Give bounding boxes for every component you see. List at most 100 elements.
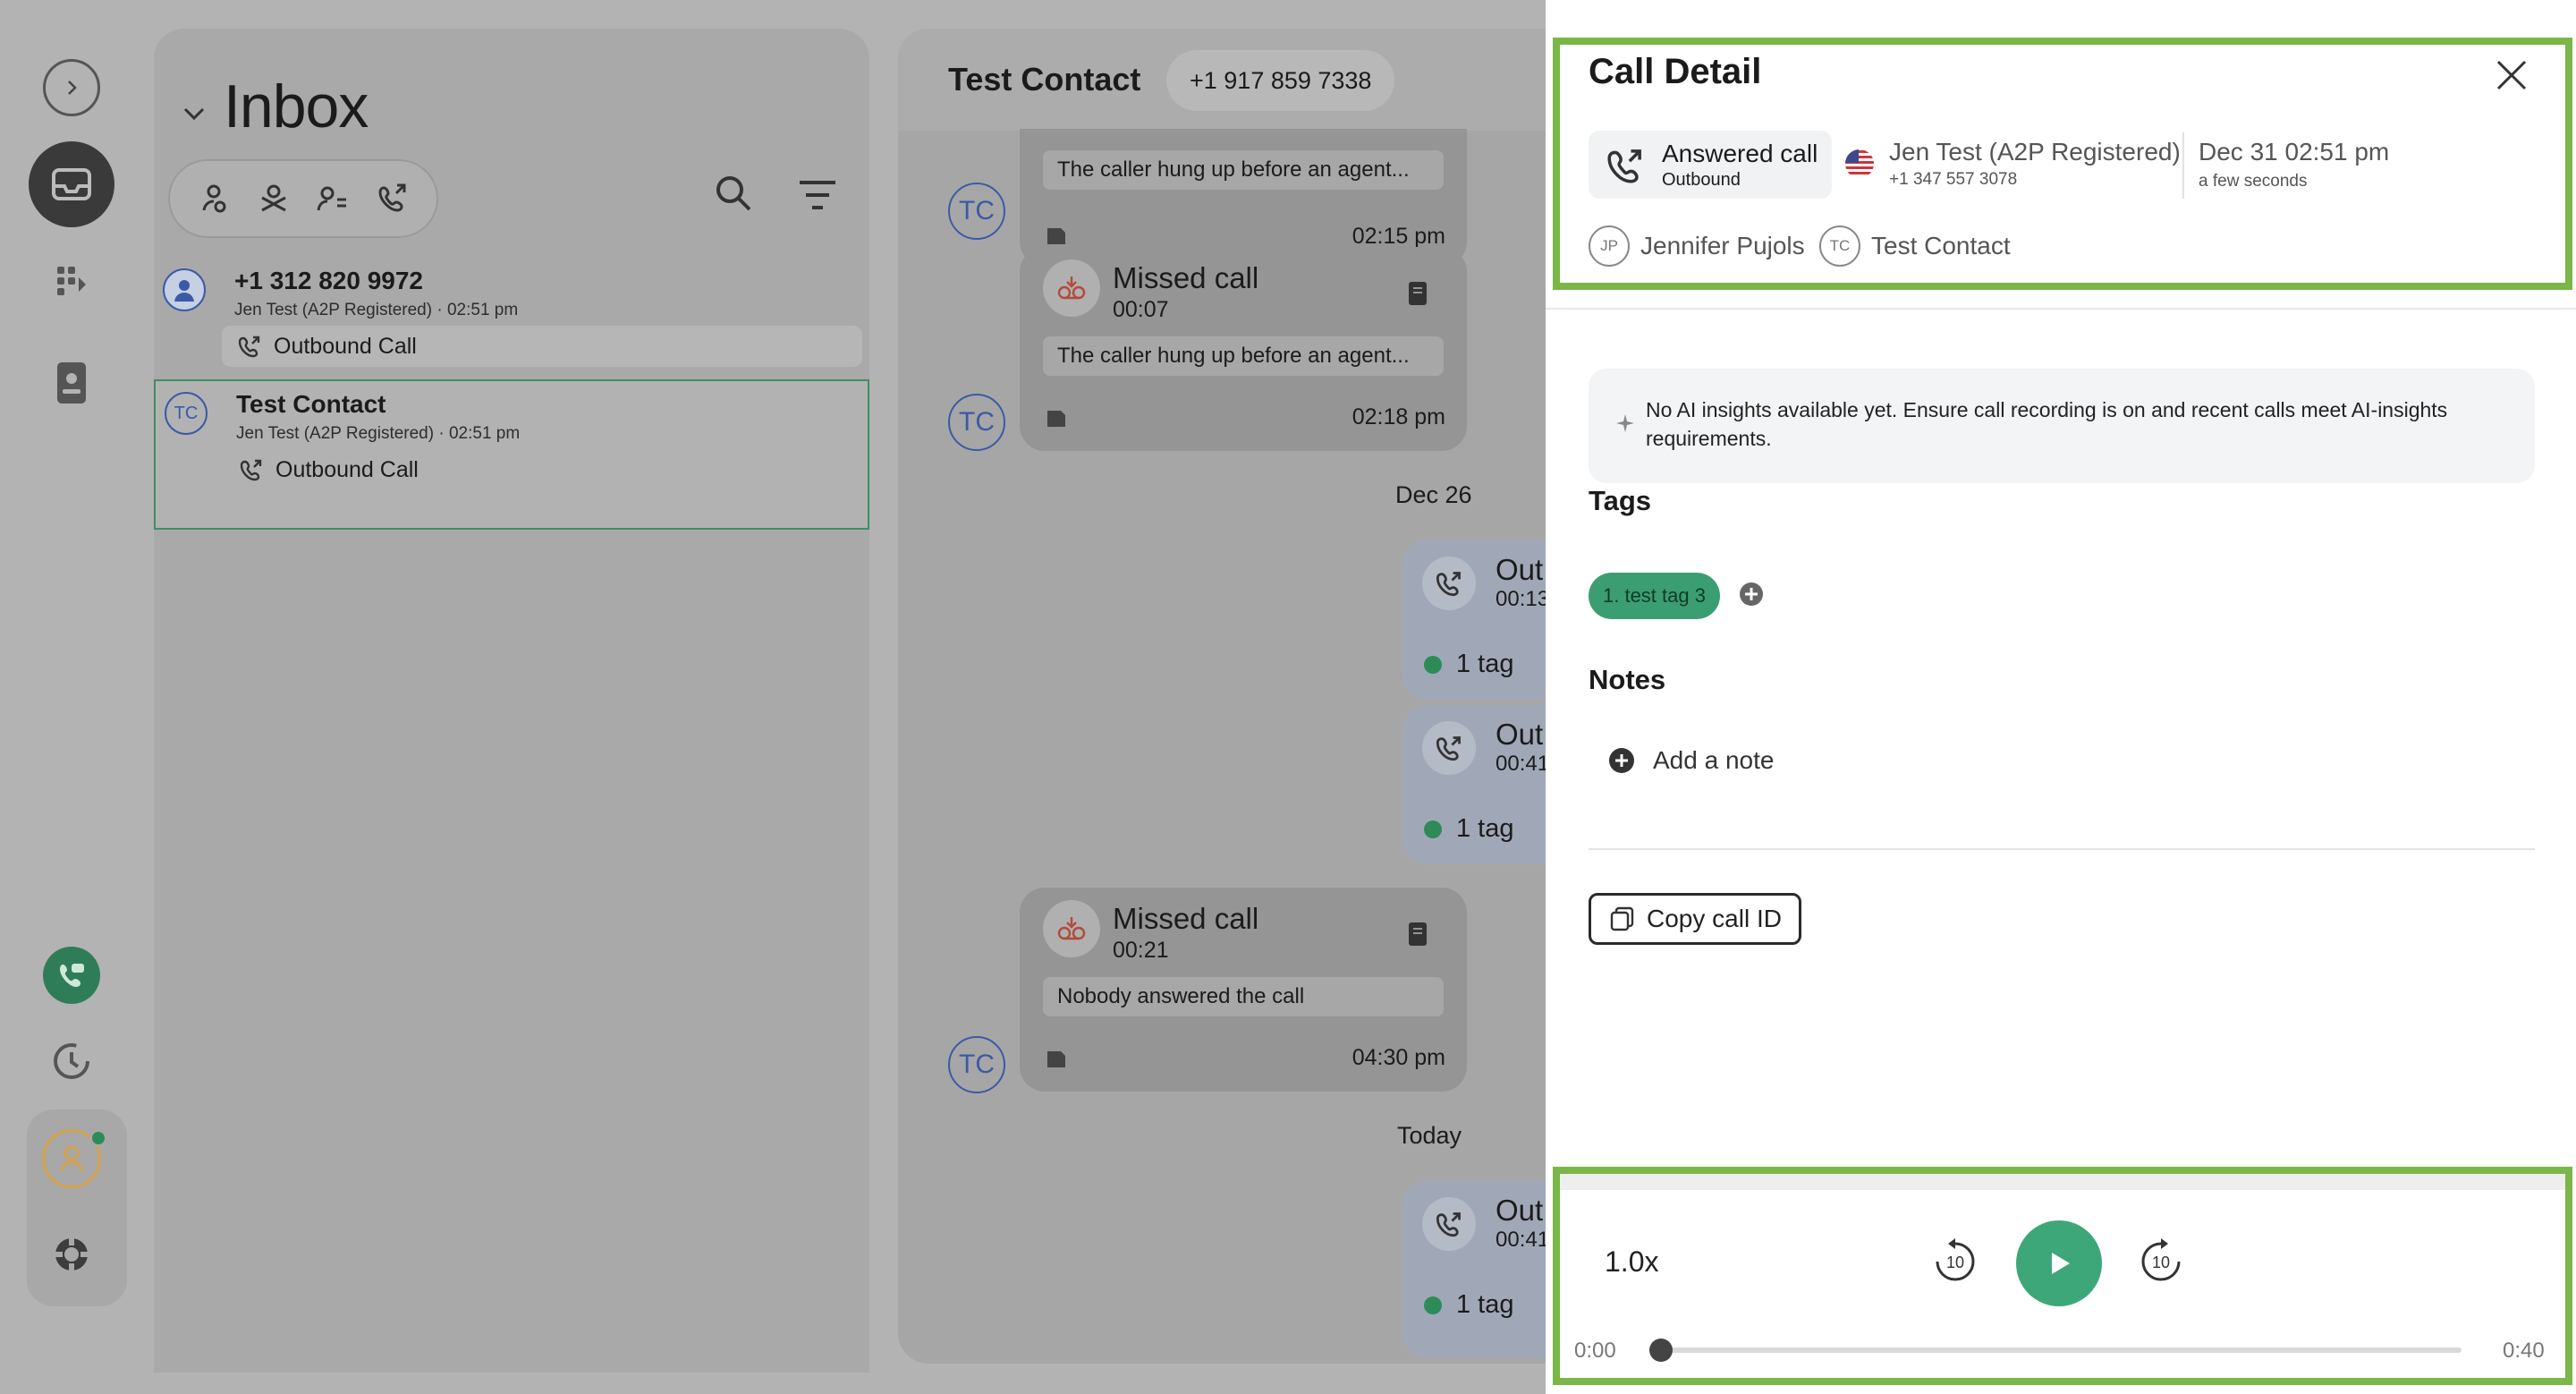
date-separator: Dec 26 xyxy=(1395,481,1472,508)
last-activity: Outbound Call xyxy=(222,326,862,367)
forward-10-icon[interactable]: 10 xyxy=(2134,1235,2188,1288)
online-status-dot xyxy=(89,1129,107,1147)
call-message[interactable]: Missed call 00:21 Nobody answered the ca… xyxy=(1020,888,1467,1092)
tag-count-label: 1 tag xyxy=(1456,650,1514,678)
call-title: Out xyxy=(1496,718,1544,751)
add-note-button[interactable]: Add a note xyxy=(1608,746,1774,775)
call-duration: 00:41 xyxy=(1496,752,1550,776)
note-icon xyxy=(1045,224,1068,247)
seek-handle[interactable] xyxy=(1649,1339,1673,1362)
call-message[interactable]: The caller hung up before an agent... 02… xyxy=(1020,129,1467,267)
agent-name: Jennifer Pujols xyxy=(1640,232,1805,259)
call-duration: 00:07 xyxy=(1113,297,1169,322)
call-title: Out xyxy=(1496,553,1544,586)
team-filter-icon[interactable] xyxy=(316,182,350,216)
dialpad-icon[interactable] xyxy=(47,256,97,306)
transcript-icon[interactable] xyxy=(1408,281,1428,306)
copy-call-id-button[interactable]: Copy call ID xyxy=(1589,893,1801,945)
conversation-subtitle: Jen Test (A2P Registered) · 02:51 pm xyxy=(236,424,521,443)
contact-phone[interactable]: +1 917 859 7338 xyxy=(1166,50,1395,111)
conversation-name: Test Contact xyxy=(236,390,386,418)
call-date: Dec 31 02:51 pm xyxy=(2199,138,2390,166)
calls-filter-icon[interactable] xyxy=(376,182,410,216)
inbox-title: Inbox xyxy=(224,72,369,140)
avatar xyxy=(163,268,206,311)
conversation-subtitle: Jen Test (A2P Registered) · 02:51 pm xyxy=(234,301,519,319)
rewind-10-icon[interactable]: 10 xyxy=(1928,1235,1982,1288)
notes-heading: Notes xyxy=(1589,664,1666,695)
message-time: 02:18 pm xyxy=(1352,404,1445,429)
tag-count: 1 tag xyxy=(1424,650,1514,679)
phone-chat-icon[interactable] xyxy=(43,947,100,1004)
tag-count-label: 1 tag xyxy=(1456,814,1514,843)
divider xyxy=(1589,848,2535,850)
contacts-icon[interactable] xyxy=(47,354,97,412)
list-item-selected[interactable]: TC Test Contact Jen Test (A2P Registered… xyxy=(154,379,869,530)
missed-call-icon xyxy=(1043,900,1100,957)
contact-participant[interactable]: TC Test Contact xyxy=(1819,225,2011,267)
note-icon xyxy=(1045,1047,1068,1070)
date-separator: Today xyxy=(1397,1122,1462,1149)
avatar: TC xyxy=(1819,225,1860,267)
conversation-name: +1 312 820 9972 xyxy=(234,267,423,294)
call-title: Missed call xyxy=(1113,902,1259,935)
conversation-panel: Test Contact +1 917 859 7338 The caller … xyxy=(898,29,1571,1364)
forward-seconds: 10 xyxy=(2152,1254,2170,1271)
inbox-filter-group xyxy=(168,159,438,238)
ai-insights-box: No AI insights available yet. Ensure cal… xyxy=(1589,369,2535,483)
help-icon[interactable] xyxy=(47,1229,97,1279)
inbox-icon[interactable] xyxy=(29,141,114,227)
call-duration: 00:21 xyxy=(1113,938,1169,963)
tag-count: 1 tag xyxy=(1424,1290,1514,1320)
close-icon[interactable] xyxy=(2494,57,2529,93)
time-total: 0:40 xyxy=(2503,1339,2545,1363)
contact-name[interactable]: Test Contact xyxy=(948,61,1140,98)
outbound-call-icon xyxy=(1422,721,1476,775)
call-message[interactable]: Missed call 00:07 The caller hung up bef… xyxy=(1020,247,1467,451)
history-icon[interactable] xyxy=(43,1033,100,1090)
agent-participant[interactable]: JP Jennifer Pujols xyxy=(1589,225,1805,267)
search-icon[interactable] xyxy=(714,174,753,213)
last-activity: Outbound Call xyxy=(224,449,864,490)
avatar: TC xyxy=(165,392,208,435)
avatar: JP xyxy=(1589,225,1630,267)
panel-title: Call Detail xyxy=(1589,52,1762,91)
chevron-down-icon[interactable] xyxy=(182,106,206,122)
last-activity-label: Outbound Call xyxy=(274,333,417,359)
call-status: Answered call xyxy=(1662,140,1818,167)
call-note: The caller hung up before an agent... xyxy=(1043,150,1444,190)
call-direction: Outbound xyxy=(1662,170,1741,190)
divider xyxy=(1546,308,2576,310)
copy-icon xyxy=(1609,906,1634,931)
list-item[interactable]: +1 312 820 9972 Jen Test (A2P Registered… xyxy=(154,258,869,378)
sparkle-icon xyxy=(1615,413,1635,433)
outbound-call-icon xyxy=(238,335,261,358)
ai-insights-message: No AI insights available yet. Ensure cal… xyxy=(1646,398,2448,450)
outbound-call-icon xyxy=(1422,557,1476,610)
seek-track[interactable] xyxy=(1651,1347,2462,1353)
transcript-icon[interactable] xyxy=(1408,922,1428,947)
avatar: TC xyxy=(948,1036,1005,1093)
contact-name: Test Contact xyxy=(1871,232,2011,259)
line-name: Jen Test (A2P Registered) xyxy=(1889,138,2181,166)
add-note-label: Add a note xyxy=(1653,746,1775,774)
play-button[interactable] xyxy=(2016,1220,2102,1306)
filter-icon[interactable] xyxy=(798,179,837,211)
call-date-info: Dec 31 02:51 pm a few seconds xyxy=(2199,138,2389,191)
outbound-call-icon xyxy=(1606,147,1644,184)
expand-icon[interactable] xyxy=(43,59,100,116)
call-title: Out xyxy=(1496,1194,1544,1227)
last-activity-label: Outbound Call xyxy=(275,456,419,482)
playback-speed[interactable]: 1.0x xyxy=(1605,1245,1658,1279)
tag-count-label: 1 tag xyxy=(1456,1290,1514,1319)
assigned-filter-icon[interactable] xyxy=(197,182,231,216)
call-note: Nobody answered the call xyxy=(1043,977,1444,1016)
tag-chip[interactable]: 1. test tag 3 xyxy=(1589,573,1720,619)
add-tag-icon[interactable] xyxy=(1739,582,1764,607)
call-status-chip: Answered call Outbound xyxy=(1589,131,1832,199)
tag-dot xyxy=(1424,655,1442,674)
call-detail-panel: Call Detail Answered call Outbound Jen T… xyxy=(1546,0,2576,1394)
note-icon xyxy=(1045,406,1068,429)
unassigned-filter-icon[interactable] xyxy=(257,182,291,216)
message-time: 04:30 pm xyxy=(1352,1045,1445,1070)
